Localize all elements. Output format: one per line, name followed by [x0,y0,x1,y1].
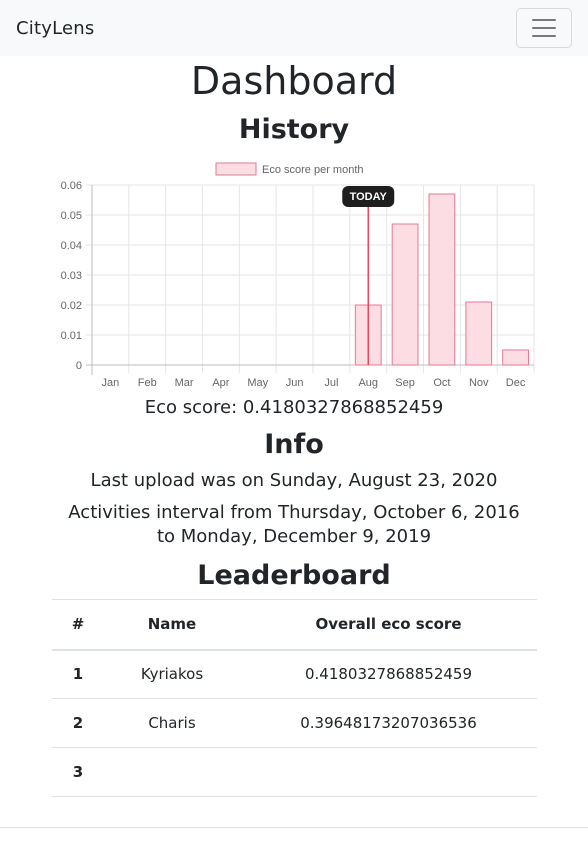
row-rank: 1 [52,649,104,699]
x-tick-label: Apr [212,377,229,389]
y-tick-label: 0.05 [61,210,82,222]
table-row: 3 [52,747,537,797]
legend-label: Eco score per month [262,164,364,176]
x-tick-label: Feb [138,377,157,389]
navbar: CityLens [0,0,588,56]
x-tick-label: Jan [102,377,120,389]
bar-nov [465,301,493,366]
y-tick-label: 0.01 [61,330,82,342]
bar-sep [391,223,419,366]
legend-swatch [215,162,257,176]
table-header-row: # Name Overall eco score [52,599,537,651]
page-title: Dashboard [190,59,398,103]
row-rank: 3 [52,747,104,797]
x-tick-label: Mar [175,377,194,389]
header-score: Overall eco score [240,599,537,651]
leaderboard-heading: Leaderboard [197,560,391,591]
hamburger-icon [532,19,556,21]
activities-interval-text: Activities interval from Thursday, Octob… [68,502,520,547]
leaderboard-table: # Name Overall eco score 1 Kyriakos 0.41… [52,599,537,797]
today-label: TODAY [350,191,388,203]
footer-divider [0,827,588,828]
brand-link[interactable]: CityLens [16,18,94,39]
bar-dec [502,349,529,366]
row-score: 0.39648173207036536 [240,698,537,748]
header-name: Name [104,599,240,651]
bar-oct [428,193,456,366]
last-upload-text: Last upload was on Sunday, August 23, 20… [90,470,498,491]
row-score [240,747,537,797]
eco-score-text: Eco score: 0.4180327868852459 [144,397,444,418]
x-tick-label: Aug [358,377,378,389]
header-rank: # [52,599,104,651]
x-tick-label: Dec [506,377,526,389]
row-name: Charis [104,698,240,748]
table-row: 1 Kyriakos 0.4180327868852459 [52,649,537,699]
x-tick-label: Sep [395,377,415,389]
y-tick-label: 0.04 [61,240,82,252]
menu-toggle-button[interactable] [516,8,572,48]
x-tick-label: Jul [324,377,338,389]
info-heading: Info [264,429,324,460]
x-tick-label: May [247,377,268,389]
x-tick-label: Oct [433,377,450,389]
y-tick-label: 0.03 [61,270,82,282]
row-name: Kyriakos [104,649,240,699]
row-score: 0.4180327868852459 [240,649,537,699]
table-row: 2 Charis 0.39648173207036536 [52,698,537,748]
row-rank: 2 [52,698,104,748]
history-heading: History [238,114,350,145]
y-tick-label: 0.06 [61,180,82,192]
y-tick-label: 0 [76,360,82,372]
eco-score-chart: 0.06 0.05 0.04 0.03 0.02 0.01 0 Jan Feb Mar Apr May… [61,162,535,389]
y-tick-label: 0.02 [61,300,82,312]
x-tick-label: Nov [469,377,489,389]
x-tick-label: Jun [286,377,304,389]
row-name [104,747,240,797]
